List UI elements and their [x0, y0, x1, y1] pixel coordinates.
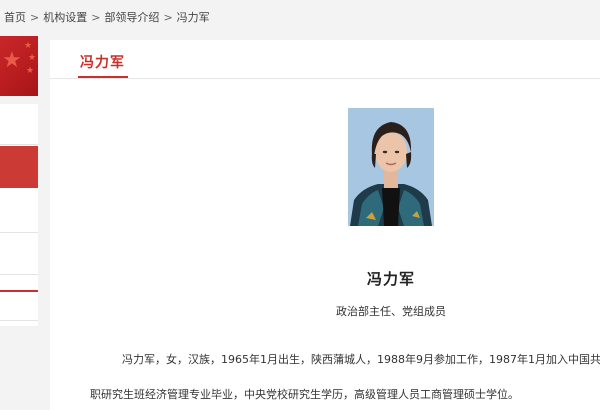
portrait-photo [348, 108, 434, 226]
sidebar-item[interactable] [0, 234, 38, 275]
title-underline [78, 76, 128, 78]
breadcrumb-current: 冯力军 [176, 11, 210, 24]
sidebar-banner: ★ ★ ★ ★ [0, 36, 38, 96]
star-icon: ★ [2, 48, 22, 73]
sidebar-item[interactable] [0, 190, 38, 233]
person-name: 冯力军 [366, 270, 415, 288]
breadcrumb-home-link[interactable]: 首页 [4, 9, 26, 25]
breadcrumb-separator: > [163, 10, 173, 24]
star-icon: ★ [24, 41, 33, 51]
breadcrumb-separator: > [30, 10, 40, 24]
breadcrumb: 首页 > 机构设置 > 部领导介绍 > 冯力军 [0, 0, 600, 34]
page-title: 冯力军 [80, 55, 125, 71]
sidebar-item[interactable] [0, 104, 38, 145]
breadcrumb-separator: > [91, 10, 101, 24]
breadcrumb-org-link[interactable]: 机构设置 [43, 9, 87, 25]
person-position: 政治部主任、党组成员 [336, 305, 446, 318]
person-photo-icon [348, 108, 434, 226]
sidebar-item-active[interactable] [0, 146, 38, 188]
sidebar: ★ ★ ★ ★ [0, 34, 38, 400]
main-panel: 冯力军 冯力军 政治部主任、党组成员 冯力军，女，汉族，1965年1月出生，陕西… [50, 40, 600, 410]
sidebar-item[interactable] [0, 276, 38, 321]
star-icon: ★ [28, 53, 37, 63]
section-header: 冯力军 [50, 40, 600, 79]
bio-paragraph-line: 冯力军，女，汉族，1965年1月出生，陕西蒲城人，1988年9月参加工作，198… [122, 353, 600, 366]
sidebar-divider [0, 290, 38, 292]
star-icon: ★ [26, 66, 35, 76]
sidebar-menu [0, 104, 38, 326]
breadcrumb-leaders-link[interactable]: 部领导介绍 [104, 9, 159, 25]
